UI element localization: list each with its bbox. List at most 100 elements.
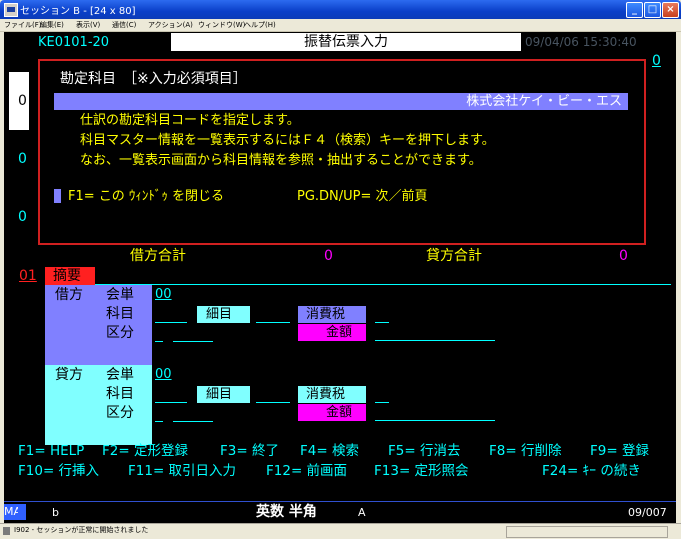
credit-unit-value[interactable]: 00	[155, 368, 172, 381]
debit-tax-label: 消費税	[306, 307, 346, 322]
help-company-band: 株式会社ケイ・ビー・エス	[54, 93, 628, 110]
page-indicator: 0	[652, 53, 661, 69]
debit-total-label: 借方合計	[130, 248, 186, 264]
fkey-register[interactable]: F9= 登録	[590, 444, 649, 459]
help-cursor-block	[54, 189, 61, 203]
title-bar: セッション B - [24 x 80] _ □ ×	[0, 0, 681, 19]
title-band: 振替伝票入力	[171, 33, 521, 51]
oia-separator	[4, 501, 676, 502]
credit-account-label: 科目	[106, 386, 134, 402]
help-line-3: なお、一覧表示画面から科目情報を参照・抽出することができます。	[80, 153, 482, 168]
side-value-2: 0	[18, 151, 27, 167]
screen-title: 振替伝票入力	[304, 34, 388, 50]
menu-view[interactable]: 表示(V)	[76, 19, 100, 31]
menu-action[interactable]: アクション(A)	[148, 19, 193, 31]
page-hint[interactable]: PG.DN/UP= 次／前頁	[297, 190, 428, 203]
debit-tax-input[interactable]	[375, 322, 389, 323]
side-value-3: 0	[18, 209, 27, 225]
debit-amount-input[interactable]	[375, 340, 495, 341]
terminal-screen[interactable]: KE0101-20 振替伝票入力 09/04/06 15:30:40 0 0 0…	[4, 32, 676, 523]
debit-detail-label: 細目	[206, 307, 233, 322]
fkey-help[interactable]: F1= HELP	[18, 444, 84, 459]
credit-block: 貸方 会単 科目 区分	[45, 365, 152, 445]
debit-unit-value[interactable]: 00	[155, 288, 172, 301]
menu-help[interactable]: ヘルプ(H)	[244, 19, 276, 31]
datetime: 09/04/06 15:30:40	[525, 35, 637, 49]
credit-tax-box: 消費税	[298, 386, 366, 403]
debit-amount-label: 金額	[326, 325, 353, 340]
oia-input-mode: 英数 半角	[256, 504, 317, 520]
line-number: 01	[19, 268, 37, 284]
menu-edit[interactable]: 編集(E)	[40, 19, 64, 31]
credit-class-input-1[interactable]	[155, 421, 163, 422]
credit-tax-label: 消費税	[306, 387, 346, 402]
fkey-clear-line[interactable]: F5= 行消去	[388, 444, 460, 459]
fkey-template-lookup[interactable]: F13= 定形照会	[374, 464, 469, 479]
close-button[interactable]: ×	[662, 2, 679, 18]
help-line-1: 仕訳の勘定科目コードを指定します。	[80, 113, 300, 128]
credit-amount-input[interactable]	[375, 420, 495, 421]
credit-class-input-2[interactable]	[173, 421, 213, 422]
credit-total-label: 貸方合計	[426, 248, 482, 264]
credit-side-label: 貸方	[55, 367, 83, 383]
oia-ma-box: MA	[4, 504, 21, 520]
fkey-search[interactable]: F4= 検索	[300, 444, 359, 459]
program-id: KE0101-20	[38, 35, 110, 50]
debit-block: 借方 会単 科目 区分	[45, 285, 152, 365]
summary-input-line[interactable]	[95, 284, 671, 285]
help-window: 勘定科目 ［※入力必須項目］ 株式会社ケイ・ビー・エス 仕訳の勘定科目コードを指…	[38, 59, 646, 245]
status-message: I902 - セッションが正常に開始されました	[14, 526, 149, 534]
help-line-2: 科目マスター情報を一覧表示するにはＦ４（検索）キーを押下します。	[80, 133, 495, 148]
fkey-template-register[interactable]: F2= 定形登録	[102, 444, 188, 459]
debit-class-input-1[interactable]	[155, 341, 163, 342]
credit-detail-box: 細目	[197, 386, 250, 403]
fkey-insert-line[interactable]: F10= 行挿入	[18, 464, 99, 479]
debit-total-value: 0	[324, 248, 333, 264]
summary-label-box: 摘要	[45, 267, 95, 285]
credit-amount-label: 金額	[326, 405, 353, 420]
debit-detail-input[interactable]	[256, 322, 290, 323]
status-icon	[3, 527, 10, 535]
fkey-trade-date[interactable]: F11= 取引日入力	[128, 464, 236, 479]
help-heading: 勘定科目 ［※入力必須項目］	[60, 71, 247, 87]
minimize-button[interactable]: _	[626, 2, 643, 18]
debit-account-label: 科目	[106, 306, 134, 322]
credit-tax-input[interactable]	[375, 402, 389, 403]
debit-class-label: 区分	[106, 325, 134, 341]
debit-detail-box: 細目	[197, 306, 250, 323]
oia-a: A	[358, 506, 366, 519]
fkey-more-keys[interactable]: F24= ｷｰ の続き	[542, 464, 641, 479]
credit-detail-input[interactable]	[256, 402, 290, 403]
oia-cursor-block	[18, 504, 26, 520]
summary-label: 摘要	[53, 268, 81, 284]
credit-class-label: 区分	[106, 405, 134, 421]
credit-unit-label: 会単	[106, 367, 134, 383]
fkey-previous-screen[interactable]: F12= 前画面	[266, 464, 347, 479]
debit-unit-label: 会単	[106, 287, 134, 303]
credit-total-value: 0	[619, 248, 628, 264]
side-value-1: 0	[18, 93, 27, 109]
maximize-button[interactable]: □	[644, 2, 661, 18]
fkey-exit[interactable]: F3= 終了	[220, 444, 279, 459]
menu-file[interactable]: ファイル(F)	[4, 19, 42, 31]
menu-window[interactable]: ウィンドウ(W)	[198, 19, 245, 31]
window-title: セッション B - [24 x 80]	[20, 6, 136, 17]
fkey-delete-line[interactable]: F8= 行削除	[489, 444, 561, 459]
menu-bar: ファイル(F) 編集(E) 表示(V) 通信(C) アクション(A) ウィンドウ…	[0, 19, 681, 32]
debit-amount-box: 金額	[298, 324, 366, 341]
status-panel	[506, 526, 668, 538]
credit-amount-box: 金額	[298, 404, 366, 421]
app-icon	[4, 3, 18, 17]
debit-class-input-2[interactable]	[173, 341, 213, 342]
debit-tax-box: 消費税	[298, 306, 366, 323]
menu-comm[interactable]: 通信(C)	[112, 19, 136, 31]
side-cursor-field[interactable]: 0	[9, 72, 29, 130]
oia-b: b	[52, 506, 59, 519]
credit-account-input[interactable]	[155, 402, 187, 403]
status-bar: I902 - セッションが正常に開始されました	[0, 523, 681, 539]
company-name: 株式会社ケイ・ビー・エス	[466, 94, 622, 109]
close-hint[interactable]: F1= この ｳｨﾝﾄﾞｩ を閉じる	[68, 190, 224, 203]
debit-account-input[interactable]	[155, 322, 187, 323]
credit-detail-label: 細目	[206, 387, 233, 402]
debit-side-label: 借方	[55, 287, 83, 303]
